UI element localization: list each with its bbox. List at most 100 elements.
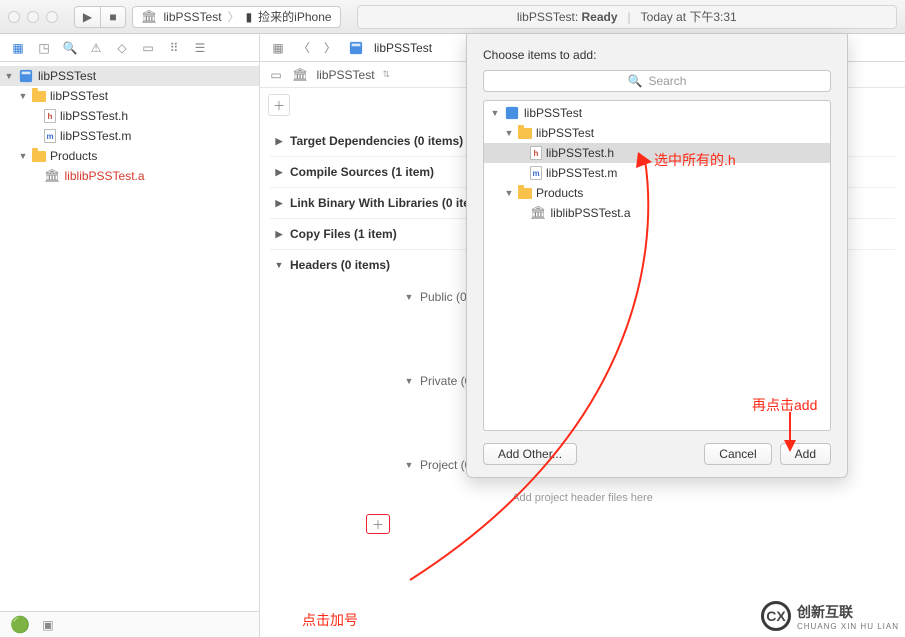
nav-file-h-label: libPSSTest.h	[60, 109, 128, 123]
project-icon	[348, 40, 364, 56]
debug-bar: 🟢 ▣	[0, 611, 260, 637]
phase-compile-label: Compile Sources (1 item)	[290, 165, 434, 179]
debug-globe-icon[interactable]: 🟢	[10, 615, 30, 635]
nav-products-label: Products	[50, 149, 97, 163]
search-placeholder: Search	[648, 74, 686, 88]
search-icon: 🔍	[628, 74, 643, 88]
tree-project-label: libPSSTest	[524, 106, 582, 120]
nav-file-m-label: libPSSTest.m	[60, 129, 131, 143]
issue-icon[interactable]: ⚠	[88, 40, 104, 56]
add-label: Add	[795, 447, 816, 461]
tree-group-label: libPSSTest	[536, 126, 594, 140]
sheet-search[interactable]: 🔍 Search	[483, 70, 831, 92]
watermark-logo: CX 创新互联 CHUANG XIN HU LIAN	[761, 601, 899, 631]
stop-button[interactable]: ■	[100, 6, 126, 28]
tree-products[interactable]: ▼Products	[484, 183, 830, 203]
header-file-icon: h	[44, 109, 56, 123]
search-icon[interactable]: 🔍	[62, 40, 78, 56]
debug-view-icon[interactable]: ▣	[40, 617, 56, 633]
library-icon: 🏛	[44, 168, 61, 184]
test-icon[interactable]: ◇	[114, 40, 130, 56]
project-navigator-icon[interactable]: ▦	[10, 40, 26, 56]
nav-group-label: libPSSTest	[50, 89, 108, 103]
window-controls	[8, 11, 58, 23]
nav-project-row[interactable]: ▼ libPSSTest	[0, 66, 259, 86]
phase-link-label: Link Binary With Libraries (0 items)	[290, 196, 491, 210]
scheme-target: libPSSTest	[164, 10, 222, 24]
tree-project[interactable]: ▼libPSSTest	[484, 103, 830, 123]
logo-py: CHUANG XIN HU LIAN	[797, 622, 899, 631]
activity-status: libPSSTest: Ready | Today at 下午3:31	[357, 5, 897, 29]
add-other-button[interactable]: Add Other...	[483, 443, 577, 465]
tree-file-m[interactable]: m libPSSTest.m	[484, 163, 830, 183]
zoom-dot[interactable]	[46, 11, 58, 23]
nav-products-row[interactable]: ▼ Products	[0, 146, 259, 166]
chevron-updown-icon[interactable]: ⇅	[383, 69, 391, 80]
tree-product-a-label: liblibPSSTest.a	[551, 206, 631, 220]
folder-icon	[518, 128, 532, 139]
tree-file-h-label: libPSSTest.h	[546, 146, 614, 160]
breadcrumb-project[interactable]: libPSSTest	[374, 41, 432, 55]
header-file-icon: h	[530, 146, 542, 160]
project-icon	[18, 68, 34, 84]
library-icon: 🏛	[530, 205, 547, 221]
run-button[interactable]: ▶	[74, 6, 100, 28]
folder-icon	[32, 91, 46, 102]
library-icon: 🏛	[292, 67, 309, 83]
target-name[interactable]: libPSSTest	[317, 68, 375, 82]
sheet-title: Choose items to add:	[467, 34, 847, 70]
choose-items-sheet: Choose items to add: 🔍 Search ▼libPSSTes…	[466, 34, 848, 478]
tree-file-h[interactable]: h libPSSTest.h	[484, 143, 830, 163]
phase-deps-label: Target Dependencies (0 items)	[290, 134, 463, 148]
add-header-button[interactable]: ＋	[366, 514, 390, 534]
disclosure-icon[interactable]: ▼	[18, 151, 28, 161]
close-dot[interactable]	[8, 11, 20, 23]
nav-group-row[interactable]: ▼ libPSSTest	[0, 86, 259, 106]
report-icon[interactable]: ☰	[192, 40, 208, 56]
sheet-file-tree: ▼libPSSTest ▼libPSSTest hlibPSSTest.h ml…	[483, 100, 831, 431]
add-other-label: Add Other...	[498, 447, 562, 461]
logo-cn: 创新互联	[797, 602, 899, 622]
disclosure-icon[interactable]: ▼	[4, 71, 14, 81]
related-items-icon[interactable]: ▦	[270, 40, 286, 56]
source-control-icon[interactable]: ◳	[36, 40, 52, 56]
cancel-label: Cancel	[719, 447, 756, 461]
folder-icon	[32, 151, 46, 162]
nav-product-a-label: liblibPSSTest.a	[65, 169, 145, 183]
nav-product-a[interactable]: 🏛 liblibPSSTest.a	[0, 166, 259, 186]
run-stop-group: ▶ ■	[74, 6, 126, 28]
tree-group[interactable]: ▼libPSSTest	[484, 123, 830, 143]
status-time: Today at 下午3:31	[641, 8, 737, 25]
breakpoint-icon[interactable]: ⠿	[166, 40, 182, 56]
add-button[interactable]: Add	[780, 443, 831, 465]
phase-headers-label: Headers (0 items)	[290, 258, 390, 272]
tree-file-m-label: libPSSTest.m	[546, 166, 617, 180]
tree-product-a[interactable]: 🏛 liblibPSSTest.a	[484, 203, 830, 223]
device-icon: ▮	[246, 10, 253, 24]
annotation-click-plus: 点击加号	[302, 610, 358, 630]
status-state: Ready	[582, 10, 618, 24]
folder-icon	[518, 188, 532, 199]
scheme-device: 捡来的iPhone	[258, 8, 331, 25]
status-project: libPSSTest:	[517, 10, 578, 24]
impl-file-icon: m	[530, 166, 542, 180]
nav-project-label: libPSSTest	[38, 69, 96, 83]
debug-icon[interactable]: ▭	[140, 40, 156, 56]
outline-icon[interactable]: ▭	[268, 67, 284, 83]
disclosure-icon[interactable]: ▼	[18, 91, 28, 101]
library-icon: 🏛	[141, 9, 158, 25]
nav-file-m[interactable]: m libPSSTest.m	[0, 126, 259, 146]
titlebar: ▶ ■ 🏛 libPSSTest 〉 ▮ 捡来的iPhone libPSSTes…	[0, 0, 905, 34]
cancel-button[interactable]: Cancel	[704, 443, 771, 465]
scheme-selector[interactable]: 🏛 libPSSTest 〉 ▮ 捡来的iPhone	[132, 6, 341, 28]
add-phase-button[interactable]: ＋	[268, 94, 290, 116]
tree-products-label: Products	[536, 186, 583, 200]
minimize-dot[interactable]	[27, 11, 39, 23]
logo-mark: CX	[761, 601, 791, 631]
forward-icon[interactable]: 〉	[322, 40, 338, 56]
back-icon[interactable]: 〈	[296, 40, 312, 56]
project-navigator: ▼ libPSSTest ▼ libPSSTest h libPSSTest.h…	[0, 62, 260, 637]
impl-file-icon: m	[44, 129, 56, 143]
phase-copy-label: Copy Files (1 item)	[290, 227, 397, 241]
nav-file-h[interactable]: h libPSSTest.h	[0, 106, 259, 126]
